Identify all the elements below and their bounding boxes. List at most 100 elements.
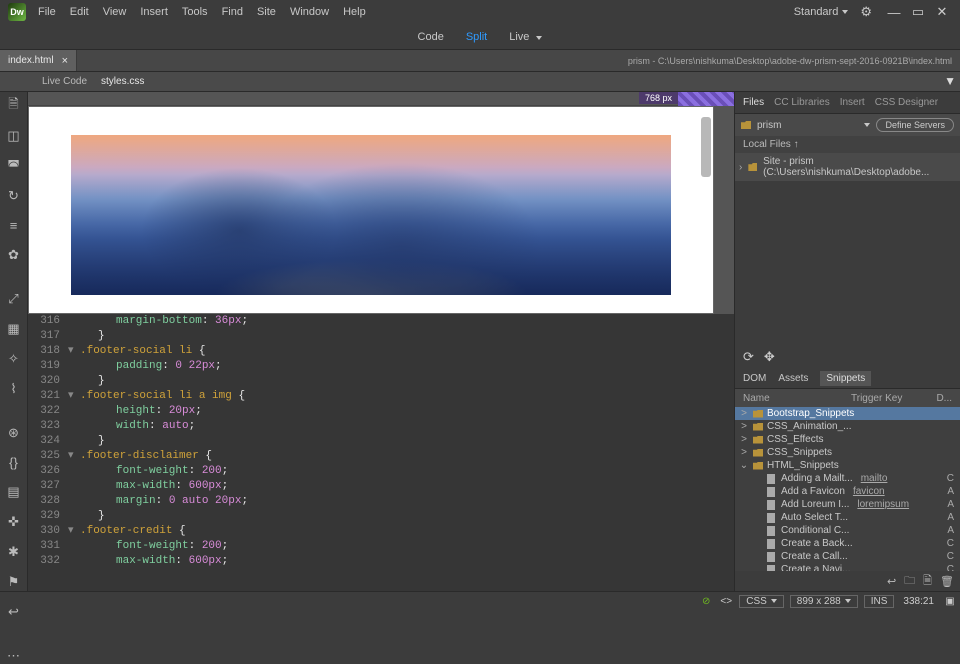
file-tree: › Site - prism (C:\Users\nishkuma\Deskto…	[735, 153, 960, 181]
window-minimize-button[interactable]: —	[884, 5, 904, 19]
snippet-item[interactable]: Add Loreum I...loremipsumA	[735, 498, 960, 511]
window-close-button[interactable]: ✕	[932, 5, 952, 19]
star-icon[interactable]: ✱	[6, 544, 22, 560]
tab-dom[interactable]: DOM	[743, 373, 766, 384]
view-mode-bar: Code Split Live	[0, 24, 960, 50]
refresh-icon[interactable]: ↻	[6, 188, 22, 204]
menu-file[interactable]: File	[38, 6, 56, 18]
workspace-switcher[interactable]: Standard	[794, 6, 849, 18]
menu-help[interactable]: Help	[343, 6, 366, 18]
shapes-icon[interactable]: ◫	[6, 128, 22, 144]
code-hints-icon[interactable]: ⚑	[6, 574, 22, 590]
preview-scrollbar[interactable]	[701, 117, 711, 177]
refresh-icon[interactable]: ⟳	[743, 349, 754, 365]
snippet-new-folder-icon[interactable]: 🗀	[904, 572, 915, 591]
snippet-new-icon[interactable]: 🗎	[923, 572, 932, 591]
calendar-icon[interactable]: ▦	[6, 321, 22, 337]
snippet-folder[interactable]: >CSS_Animation_...	[735, 420, 960, 433]
file-icon[interactable]: 🗎	[6, 98, 22, 114]
realtime-preview-icon[interactable]: ▣	[940, 596, 960, 607]
site-selector-row: prism Define Servers	[735, 114, 960, 136]
menu-tools[interactable]: Tools	[182, 6, 208, 18]
expand-icon[interactable]: ⤢	[6, 291, 22, 307]
chevron-down-icon	[771, 599, 777, 603]
status-ok-icon[interactable]: ⊘	[696, 596, 716, 607]
language-label: CSS	[746, 596, 767, 607]
close-tab-icon[interactable]: ×	[62, 55, 68, 67]
collapse-icon[interactable]: {}	[6, 455, 22, 470]
site-dropdown[interactable]: prism	[757, 120, 858, 131]
document-window: 768 px 316margin-bottom: 36px;317}318▾.f…	[28, 92, 734, 591]
panel-gap	[735, 181, 960, 345]
tree-row-site-root[interactable]: › Site - prism (C:\Users\nishkuma\Deskto…	[739, 155, 956, 179]
document-tabs: index.html × prism - C:\Users\nishkuma\D…	[0, 50, 960, 72]
expand-arrow[interactable]: ›	[739, 162, 742, 173]
viewmode-live-label: Live	[509, 31, 529, 43]
image-icon[interactable]: ▤	[6, 484, 22, 500]
local-files-header[interactable]: Local Files ↑	[735, 136, 960, 153]
snippet-item[interactable]: Add a FaviconfaviconA	[735, 485, 960, 498]
language-selector[interactable]: CSS	[739, 595, 784, 608]
brush-icon[interactable]: ⌇	[6, 381, 22, 397]
wand-icon[interactable]: ✧	[6, 351, 22, 367]
tab-cc-libraries[interactable]: CC Libraries	[774, 97, 830, 108]
menu-insert[interactable]: Insert	[140, 6, 168, 18]
snippet-folder[interactable]: >CSS_Snippets	[735, 446, 960, 459]
tab-css-designer[interactable]: CSS Designer	[875, 97, 938, 108]
snippet-item[interactable]: Auto Select T...A	[735, 511, 960, 524]
tab-filename: index.html	[8, 55, 54, 66]
preview-icon[interactable]: ◚	[6, 158, 22, 174]
col-trigger[interactable]: Trigger Key	[851, 393, 902, 404]
snippet-folder[interactable]: >Bootstrap_Snippets	[735, 407, 960, 420]
snippet-item[interactable]: Create a Navi...C	[735, 563, 960, 571]
tree-label: Site - prism (C:\Users\nishkuma\Desktop\…	[763, 156, 956, 178]
subtab-live-code[interactable]: Live Code	[42, 76, 87, 87]
viewmode-live[interactable]: Live	[509, 31, 542, 43]
wrap-icon[interactable]: ↩	[6, 604, 22, 620]
sync-settings-icon[interactable]: ⚙	[860, 4, 872, 20]
globe-icon[interactable]: ⊛	[6, 425, 22, 441]
gear-icon[interactable]: ✿	[6, 247, 22, 263]
dimensions-selector[interactable]: 899 x 288	[790, 595, 858, 608]
snippet-back-icon[interactable]: ↩	[887, 575, 896, 588]
tab-index-html[interactable]: index.html ×	[0, 50, 77, 71]
menu-window[interactable]: Window	[290, 6, 329, 18]
snippets-toolbar: ⟳ ✥	[735, 345, 960, 369]
menu-site[interactable]: Site	[257, 6, 276, 18]
html-tag-icon[interactable]: <>	[716, 596, 736, 607]
tab-files[interactable]: Files	[743, 97, 764, 108]
main-area: 🗎 ◫ ◚ ↻ ≡ ✿ ⤢ ▦ ✧ ⌇ ⊛ {} ▤ ✜ ✱ ⚑ ↩ ⋯ 768…	[0, 92, 960, 591]
menu-edit[interactable]: Edit	[70, 6, 89, 18]
snippet-item[interactable]: Adding a Mailt...mailtoC	[735, 472, 960, 485]
list-icon[interactable]: ≡	[6, 218, 22, 233]
viewmode-split[interactable]: Split	[466, 31, 487, 43]
more-icon[interactable]: ⋯	[6, 648, 22, 664]
define-servers-button[interactable]: Define Servers	[876, 118, 954, 132]
snippet-delete-icon[interactable]: 🗑	[940, 575, 954, 588]
insert-snippet-icon[interactable]: ✥	[764, 349, 775, 365]
snippets-panel-tabs: DOM Assets Snippets	[735, 369, 960, 389]
tab-assets[interactable]: Assets	[778, 373, 808, 384]
filter-icon[interactable]: ▼	[944, 74, 956, 88]
snippet-folder[interactable]: >CSS_Effects	[735, 433, 960, 446]
snippet-folder[interactable]: ⌄HTML_Snippets	[735, 459, 960, 472]
tab-snippets[interactable]: Snippets	[820, 371, 871, 386]
breakpoint-label[interactable]: 768 px	[639, 92, 678, 104]
code-editor[interactable]: 316margin-bottom: 36px;317}318▾.footer-s…	[28, 314, 734, 591]
insert-mode[interactable]: INS	[864, 595, 895, 608]
breakpoint-handle[interactable]	[678, 92, 734, 106]
snippet-item[interactable]: Create a Call...C	[735, 550, 960, 563]
live-preview[interactable]	[28, 106, 714, 314]
menu-view[interactable]: View	[103, 6, 127, 18]
snippets-header: Name Trigger Key D...	[735, 389, 960, 407]
menu-find[interactable]: Find	[222, 6, 243, 18]
snippet-item[interactable]: Create a Back...C	[735, 537, 960, 550]
col-name[interactable]: Name	[743, 393, 851, 404]
tab-insert[interactable]: Insert	[840, 97, 865, 108]
subtab-styles-css[interactable]: styles.css	[101, 76, 144, 87]
viewmode-code[interactable]: Code	[418, 31, 444, 43]
color-icon[interactable]: ✜	[6, 514, 22, 530]
snippet-item[interactable]: Conditional C...A	[735, 524, 960, 537]
window-restore-button[interactable]: ▭	[908, 5, 928, 19]
col-d[interactable]: D...	[936, 393, 952, 404]
